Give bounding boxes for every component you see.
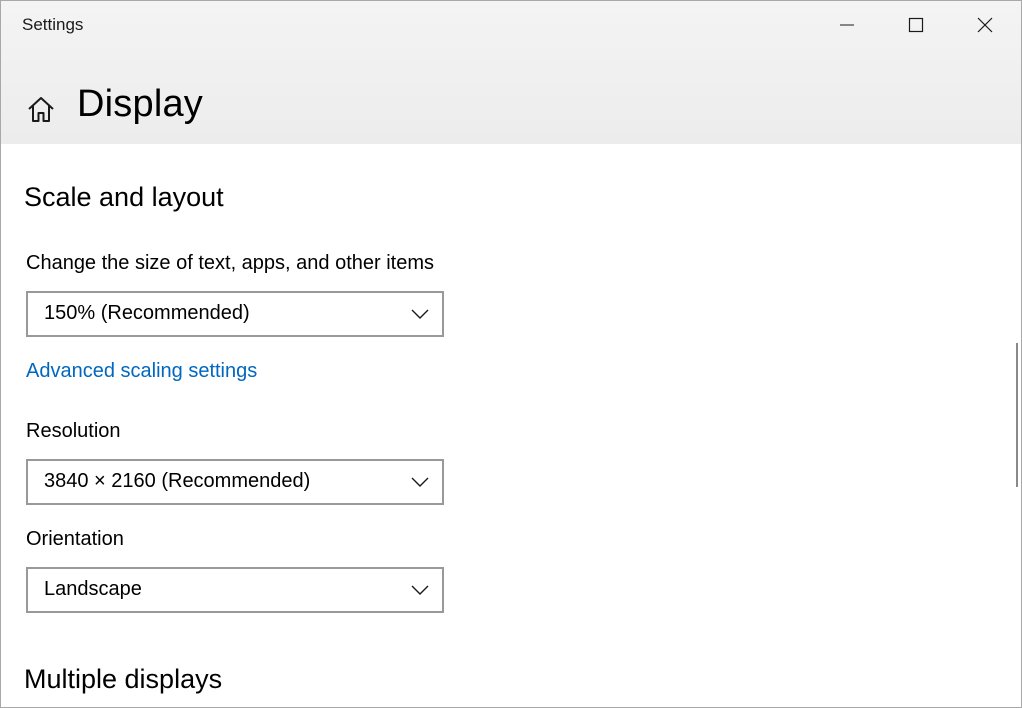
advanced-scaling-link[interactable]: Advanced scaling settings bbox=[26, 360, 257, 383]
scale-dropdown[interactable]: 150% (Recommended) bbox=[26, 291, 444, 337]
chevron-down-icon bbox=[411, 309, 429, 319]
page-title: Display bbox=[77, 83, 203, 125]
maximize-icon bbox=[908, 17, 924, 33]
resolution-label: Resolution bbox=[26, 420, 121, 442]
chevron-down-icon bbox=[411, 585, 429, 595]
orientation-label: Orientation bbox=[26, 528, 124, 550]
orientation-dropdown[interactable]: Landscape bbox=[26, 567, 444, 613]
scale-dropdown-value: 150% (Recommended) bbox=[44, 302, 250, 324]
size-label: Change the size of text, apps, and other… bbox=[26, 252, 435, 274]
multiple-displays-heading: Multiple displays bbox=[24, 664, 223, 694]
settings-window: Settings Display Scale and layout Change… bbox=[0, 0, 1022, 708]
close-button[interactable] bbox=[951, 1, 1019, 49]
home-icon[interactable] bbox=[26, 95, 56, 125]
content-area: Scale and layout Change the size of text… bbox=[1, 144, 1021, 707]
resolution-dropdown-value: 3840 × 2160 (Recommended) bbox=[44, 470, 311, 492]
minimize-button[interactable] bbox=[813, 1, 881, 49]
orientation-dropdown-value: Landscape bbox=[44, 578, 142, 600]
chevron-down-icon bbox=[411, 477, 429, 487]
resolution-dropdown[interactable]: 3840 × 2160 (Recommended) bbox=[26, 459, 444, 505]
title-bar: Settings Display bbox=[1, 1, 1021, 144]
minimize-icon bbox=[840, 24, 854, 26]
maximize-button[interactable] bbox=[882, 1, 950, 49]
scale-layout-heading: Scale and layout bbox=[24, 182, 224, 212]
close-icon bbox=[977, 17, 993, 33]
vertical-scrollbar[interactable] bbox=[1016, 343, 1018, 487]
app-title: Settings bbox=[22, 15, 84, 34]
